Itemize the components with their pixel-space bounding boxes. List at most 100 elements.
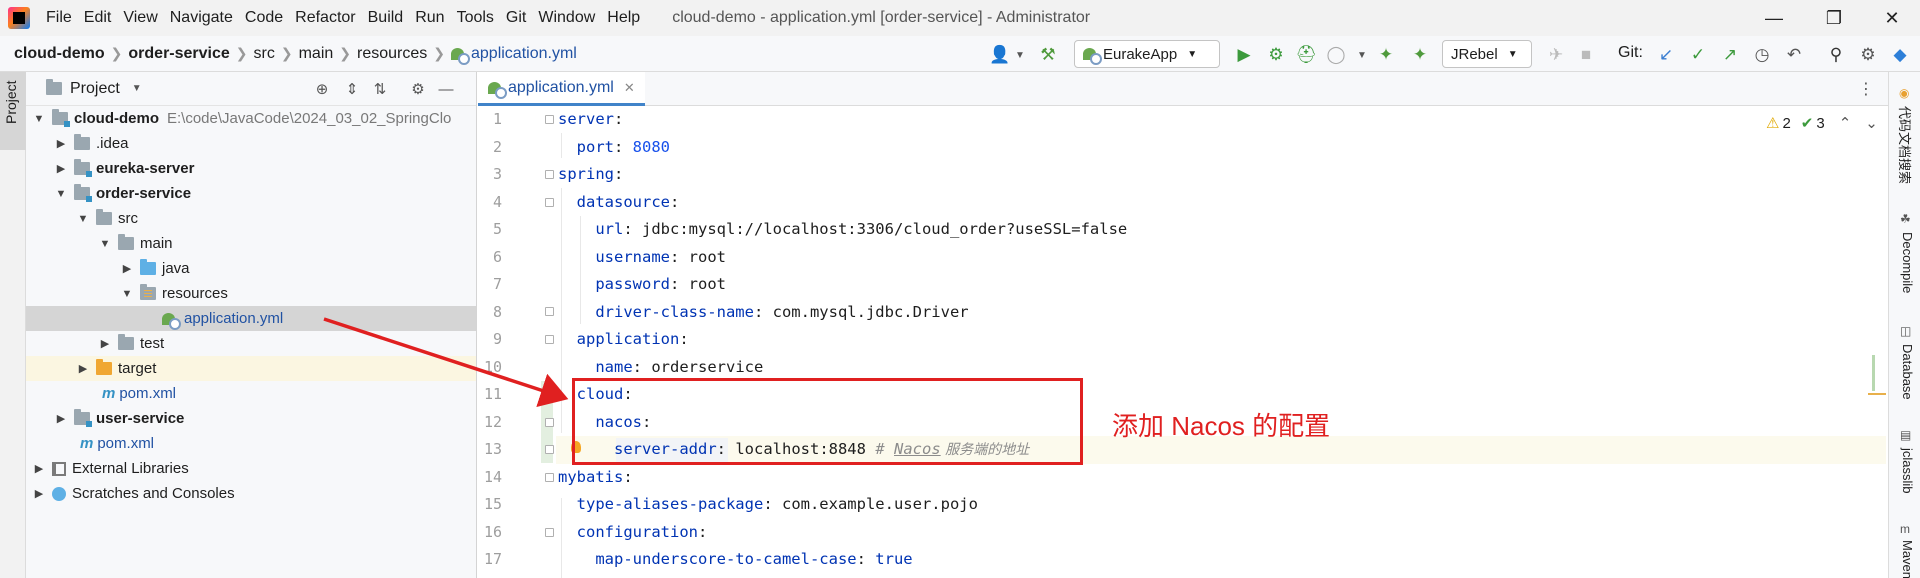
fold-marker-icon[interactable]: [545, 390, 554, 399]
jrebel-select[interactable]: JRebel ▼: [1442, 40, 1532, 68]
fold-marker-icon[interactable]: [545, 528, 554, 537]
profile-icon[interactable]: ◯: [1326, 45, 1346, 65]
tree-item-external-libraries[interactable]: ▶ External Libraries: [26, 456, 476, 481]
breadcrumb-application-yml[interactable]: application.yml: [471, 45, 577, 63]
chevron-right-icon[interactable]: ▶: [120, 262, 134, 275]
chevron-down-icon[interactable]: ▼: [1010, 45, 1030, 65]
code-line[interactable]: spring:: [558, 161, 623, 189]
git-commit-icon[interactable]: ✓: [1688, 45, 1708, 65]
chevron-right-icon[interactable]: ▶: [54, 137, 68, 150]
jrebel-debug-icon[interactable]: ✦: [1410, 45, 1430, 65]
close-icon[interactable]: ✕: [1864, 0, 1920, 36]
menu-help[interactable]: Help: [601, 9, 646, 27]
code-line[interactable]: type-aliases-package: com.example.user.p…: [558, 491, 978, 519]
breadcrumb-main[interactable]: main: [299, 45, 334, 63]
code-line[interactable]: server:: [558, 106, 623, 134]
menu-code[interactable]: Code: [239, 9, 289, 27]
run-icon[interactable]: ▶: [1234, 45, 1254, 65]
tree-item-main[interactable]: ▼ main: [26, 231, 476, 256]
code-line[interactable]: url: jdbc:mysql://localhost:3306/cloud_o…: [558, 216, 1127, 244]
fold-marker-icon[interactable]: [545, 198, 554, 207]
minimize-icon[interactable]: —: [1746, 0, 1802, 36]
tool-tab-doc-search[interactable]: 代码文档搜索: [1896, 106, 1915, 184]
settings-icon[interactable]: ⚙: [1858, 45, 1878, 65]
expand-all-icon[interactable]: ⇕: [342, 79, 362, 99]
fold-marker-icon[interactable]: [545, 445, 554, 454]
chevron-down-icon[interactable]: ▼: [132, 83, 142, 94]
tree-item-idea[interactable]: ▶ .idea: [26, 131, 476, 156]
tree-item-java[interactable]: ▶ java: [26, 256, 476, 281]
menu-run[interactable]: Run: [409, 9, 450, 27]
locate-file-icon[interactable]: ⊕: [312, 79, 332, 99]
chevron-right-icon[interactable]: ▶: [32, 462, 46, 475]
menu-refactor[interactable]: Refactor: [289, 9, 361, 27]
restore-icon[interactable]: ❐: [1806, 0, 1862, 36]
tree-item-user-service[interactable]: ▶ user-service: [26, 406, 476, 431]
chevron-right-icon[interactable]: ▶: [54, 162, 68, 175]
tree-item-scratches[interactable]: ▶ Scratches and Consoles: [26, 481, 476, 506]
jetbrains-toolbox-icon[interactable]: ◆: [1890, 45, 1910, 65]
more-tabs-icon[interactable]: ⋮: [1858, 79, 1874, 99]
code-line[interactable]: application:: [558, 326, 689, 354]
tree-item-eureka-server[interactable]: ▶ eureka-server: [26, 156, 476, 181]
code-line[interactable]: password: root: [558, 271, 726, 299]
code-line[interactable]: configuration:: [558, 519, 708, 547]
fold-marker-icon[interactable]: [545, 473, 554, 482]
breadcrumb-order-service[interactable]: order-service: [128, 45, 229, 63]
breadcrumb-src[interactable]: src: [254, 45, 275, 63]
code-line[interactable]: username: root: [558, 244, 726, 272]
project-panel-title[interactable]: Project: [70, 80, 120, 98]
chevron-down-icon[interactable]: ▼: [120, 288, 134, 300]
chevron-right-icon[interactable]: ▶: [76, 362, 90, 375]
tab-application-yml[interactable]: application.yml ✕: [478, 72, 645, 106]
stop-icon[interactable]: ■: [1576, 45, 1596, 65]
code-line[interactable]: map-underscore-to-camel-case: true: [558, 546, 912, 574]
chevron-down-icon[interactable]: ▼: [32, 113, 46, 125]
tree-item-src[interactable]: ▼ src: [26, 206, 476, 231]
collapse-all-icon[interactable]: ⇅: [370, 79, 390, 99]
history-icon[interactable]: ◷: [1752, 45, 1772, 65]
coverage-icon[interactable]: ⛑: [1295, 45, 1317, 65]
menu-file[interactable]: File: [40, 9, 78, 27]
tree-item-order-service[interactable]: ▼ order-service: [26, 181, 476, 206]
next-issue-icon[interactable]: ⌄: [1865, 114, 1878, 132]
menu-git[interactable]: Git: [500, 9, 532, 27]
fold-marker-icon[interactable]: [545, 115, 554, 124]
git-update-icon[interactable]: ↙: [1656, 45, 1676, 65]
project-tool-tab[interactable]: Project: [0, 72, 26, 150]
gear-icon[interactable]: ⚙: [408, 79, 428, 99]
inspection-widget[interactable]: ⚠ 2 ✔ 3 ⌃ ⌄: [1766, 114, 1878, 133]
tool-tab-jclasslib[interactable]: jclasslib: [1900, 448, 1915, 494]
code-line[interactable]: name: orderservice: [558, 354, 763, 382]
tree-item-resources[interactable]: ▼ resources: [26, 281, 476, 306]
chevron-right-icon[interactable]: ▶: [54, 412, 68, 425]
fold-marker-icon[interactable]: [545, 307, 554, 316]
breadcrumb-resources[interactable]: resources: [357, 45, 427, 63]
fold-marker-icon[interactable]: [545, 170, 554, 179]
menu-window[interactable]: Window: [532, 9, 601, 27]
code-line[interactable]: mybatis:: [558, 464, 633, 492]
menu-view[interactable]: View: [117, 9, 163, 27]
tree-item-target[interactable]: ▶ target: [26, 356, 476, 381]
menu-navigate[interactable]: Navigate: [164, 9, 239, 27]
menu-edit[interactable]: Edit: [78, 9, 118, 27]
code-line[interactable]: driver-class-name: com.mysql.jdbc.Driver: [558, 299, 968, 327]
breadcrumb-cloud-demo[interactable]: cloud-demo: [14, 45, 105, 63]
git-push-icon[interactable]: ↗: [1720, 45, 1740, 65]
tree-item-application-yml[interactable]: application.yml: [26, 306, 476, 331]
chevron-right-icon[interactable]: ▶: [32, 487, 46, 500]
rollback-icon[interactable]: ↶: [1784, 45, 1804, 65]
chevron-down-icon[interactable]: ▼: [1352, 45, 1372, 65]
chevron-right-icon[interactable]: ▶: [98, 337, 112, 350]
fold-marker-icon[interactable]: [545, 335, 554, 344]
run-configuration-select[interactable]: EurakeApp ▼: [1074, 40, 1220, 68]
debug-icon[interactable]: ⚙: [1266, 45, 1286, 65]
hammer-icon[interactable]: ⚒: [1038, 45, 1058, 65]
tree-item-pom-xml[interactable]: m pom.xml: [26, 381, 476, 406]
jrebel-run-icon[interactable]: ✦: [1376, 45, 1396, 65]
code-line[interactable]: port: 8080: [558, 134, 670, 162]
jrebel-attach-icon[interactable]: ✈: [1546, 45, 1566, 65]
previous-issue-icon[interactable]: ⌃: [1839, 114, 1852, 132]
search-icon[interactable]: ⚲: [1826, 45, 1846, 65]
user-icon[interactable]: 👤: [989, 45, 1010, 65]
